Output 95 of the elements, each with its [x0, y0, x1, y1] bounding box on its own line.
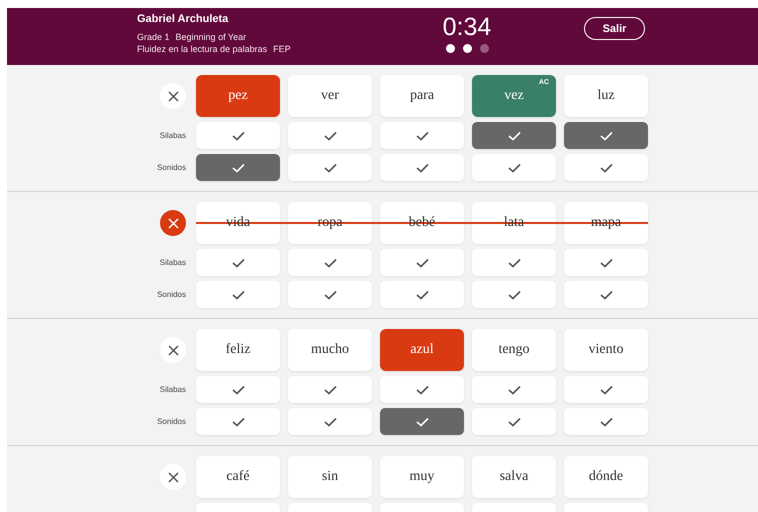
timer: 0:34 — [442, 13, 492, 41]
checkmark-icon — [508, 258, 520, 268]
check-button[interactable] — [380, 249, 464, 276]
checkmark-icon — [508, 290, 520, 300]
checkmark-icon — [600, 290, 612, 300]
check-row-label: Sonidos — [157, 290, 187, 299]
checkmark-icon — [232, 258, 244, 268]
checkmark-icon — [232, 290, 244, 300]
close-icon — [168, 344, 178, 356]
word-card[interactable]: salva — [472, 456, 556, 498]
check-button[interactable] — [472, 408, 556, 435]
check-row-label: Silabas — [160, 385, 187, 394]
word-card[interactable]: tengo — [472, 329, 556, 371]
check-button[interactable] — [380, 376, 464, 403]
word-card[interactable]: viento — [564, 329, 648, 371]
check-button[interactable] — [380, 154, 464, 181]
word-card[interactable]: ver — [288, 75, 372, 117]
word-card[interactable]: dónde — [564, 456, 648, 498]
checkmark-icon — [232, 162, 244, 172]
checkmark-icon — [324, 162, 336, 172]
checkmark-icon — [600, 130, 612, 140]
check-button[interactable] — [288, 249, 372, 276]
check-row-label: Sonidos — [157, 163, 187, 172]
word-card[interactable]: para — [380, 75, 464, 117]
checkmark-icon — [600, 258, 612, 268]
checkmark-icon — [416, 130, 428, 140]
check-button[interactable] — [196, 249, 280, 276]
check-button[interactable] — [564, 122, 648, 149]
word-card[interactable]: feliz — [196, 329, 280, 371]
checkmark-icon — [416, 384, 428, 394]
mark-row-button[interactable] — [160, 464, 186, 490]
check-button[interactable] — [288, 281, 372, 308]
word-card[interactable]: luz — [564, 75, 648, 117]
grade-label: Grade 1 — [137, 32, 170, 42]
check-button[interactable] — [380, 122, 464, 149]
checkmark-icon — [416, 258, 428, 268]
check-button[interactable] — [472, 249, 556, 276]
check-button[interactable] — [288, 408, 372, 435]
check-button[interactable] — [288, 376, 372, 403]
check-button[interactable] — [564, 408, 648, 435]
word-card[interactable]: mucho — [288, 329, 372, 371]
checkmark-icon — [324, 384, 336, 394]
checkmark-icon — [508, 384, 520, 394]
check-button[interactable] — [196, 408, 280, 435]
check-button[interactable] — [564, 249, 648, 276]
mark-row-button[interactable] — [160, 210, 186, 236]
checkmark-icon — [508, 162, 520, 172]
checkmark-icon — [416, 416, 428, 426]
checkmark-icon — [232, 384, 244, 394]
close-icon — [168, 472, 178, 482]
check-button[interactable] — [472, 281, 556, 308]
checkmark-icon — [232, 130, 244, 140]
check-button[interactable] — [196, 122, 280, 149]
check-button[interactable] — [380, 408, 464, 435]
checkmark-icon — [416, 290, 428, 300]
checkmark-icon — [324, 290, 336, 300]
check-button[interactable] — [472, 122, 556, 149]
check-row-label: Silabas — [160, 131, 187, 140]
word-card[interactable]: café — [196, 456, 280, 498]
student-name: Gabriel Archuleta — [137, 13, 230, 25]
checkmark-icon — [324, 130, 336, 140]
check-button[interactable] — [564, 376, 648, 403]
check-button[interactable] — [472, 154, 556, 181]
checkmark-icon — [508, 130, 520, 140]
close-icon — [168, 90, 178, 102]
checkmark-icon — [600, 384, 612, 394]
word-card[interactable]: pez — [196, 75, 280, 117]
checkmark-icon — [416, 162, 428, 172]
check-button[interactable] — [380, 281, 464, 308]
exit-button[interactable]: Salir — [584, 17, 645, 40]
mark-row-button[interactable] — [160, 337, 186, 363]
check-button[interactable] — [196, 154, 280, 181]
checkmark-icon — [600, 416, 612, 426]
check-button[interactable] — [564, 281, 648, 308]
period-label: Beginning of Year — [176, 32, 246, 42]
checkmark-icon — [508, 416, 520, 426]
check-button[interactable] — [196, 281, 280, 308]
check-row-label: Sonidos — [157, 417, 187, 426]
mark-row-button[interactable] — [160, 83, 186, 109]
check-button[interactable] — [196, 376, 280, 403]
checkmark-icon — [600, 162, 612, 172]
checkmark-icon — [324, 416, 336, 426]
close-icon — [168, 218, 178, 228]
check-button[interactable] — [564, 154, 648, 181]
check-button[interactable] — [288, 154, 372, 181]
word-card[interactable]: azul — [380, 329, 464, 371]
assessment-code: FEP — [273, 44, 291, 54]
word-card[interactable]: muy — [380, 456, 464, 498]
check-button[interactable] — [472, 376, 556, 403]
check-button[interactable] — [288, 122, 372, 149]
word-card[interactable]: sin — [288, 456, 372, 498]
checkmark-icon — [232, 416, 244, 426]
assessment-name: Fluidez en la lectura de palabras — [137, 44, 268, 54]
check-row-label: Silabas — [160, 258, 187, 267]
checkmark-icon — [324, 258, 336, 268]
